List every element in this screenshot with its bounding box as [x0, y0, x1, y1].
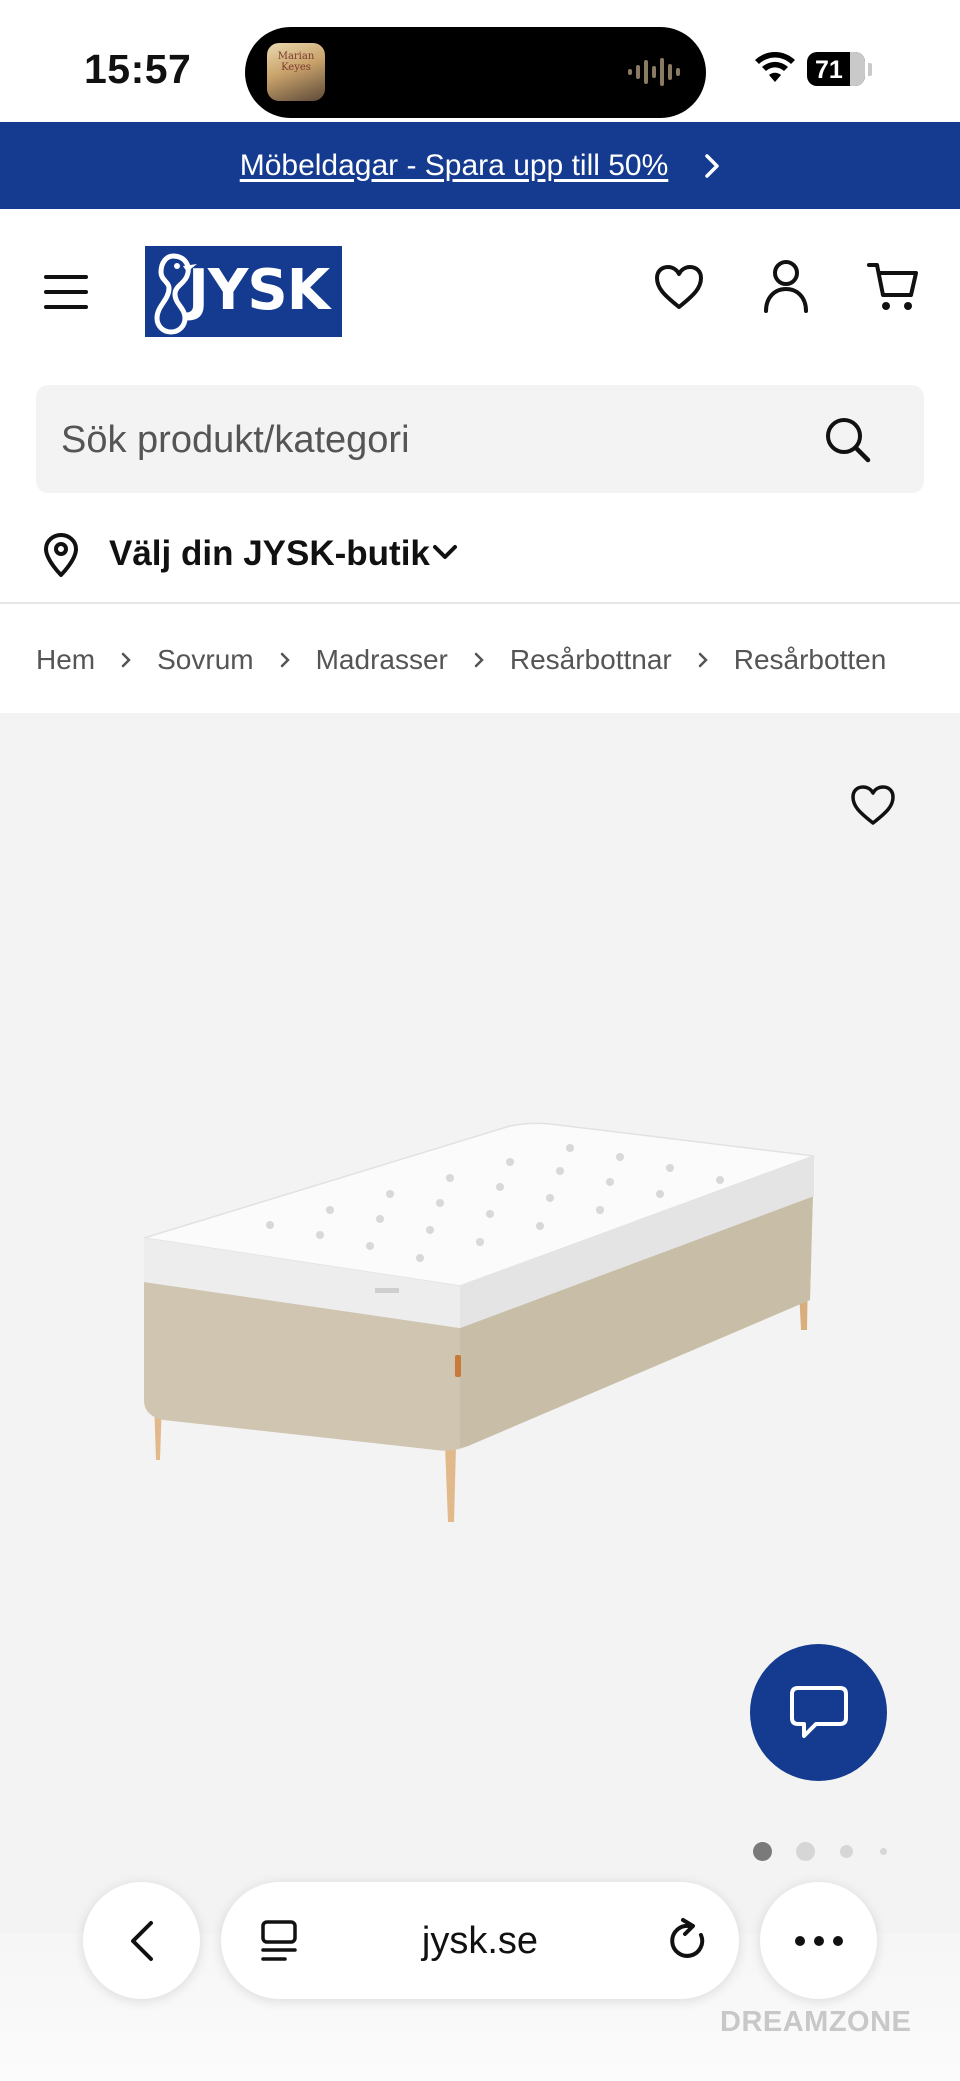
- location-pin-icon: [44, 533, 78, 577]
- add-to-favorites-icon[interactable]: [850, 784, 896, 826]
- breadcrumb-item-hem[interactable]: Hem: [36, 644, 95, 676]
- pagination-dot[interactable]: [840, 1845, 853, 1858]
- breadcrumb-item-resarbotten: Resårbotten: [733, 644, 887, 675]
- chevron-right-icon: [698, 652, 708, 668]
- search-bar[interactable]: Sök produkt/kategori: [36, 385, 924, 493]
- chat-button[interactable]: [750, 1644, 887, 1781]
- more-dots-icon: [794, 1935, 843, 1946]
- battery-level: 71: [815, 56, 843, 84]
- status-time: 15:57: [84, 46, 192, 92]
- url-text[interactable]: jysk.se: [221, 1920, 739, 1963]
- breadcrumb-item-resarbottnar[interactable]: Resårbottnar: [510, 644, 672, 676]
- store-selector-label[interactable]: Välj din JYSK-butik: [109, 534, 430, 574]
- product-image: [143, 1122, 815, 1522]
- address-bar[interactable]: jysk.se: [221, 1882, 739, 1999]
- store-selector[interactable]: Välj din JYSK-butik: [0, 508, 960, 604]
- promo-link[interactable]: Möbeldagar - Spara upp till 50%: [240, 149, 669, 183]
- more-options-button[interactable]: [760, 1882, 877, 1999]
- search-icon[interactable]: [824, 416, 872, 464]
- logo-text: JYSK: [188, 258, 330, 323]
- chat-bubble-icon: [789, 1685, 848, 1738]
- search-input[interactable]: Sök produkt/kategori: [61, 419, 410, 462]
- pagination-dot[interactable]: [880, 1848, 887, 1855]
- audio-waveform-icon: [628, 58, 680, 86]
- breadcrumb-item-sovrum[interactable]: Sovrum: [157, 644, 253, 676]
- watermark: DREAMZONE: [720, 2006, 912, 2038]
- heart-icon[interactable]: [654, 264, 704, 310]
- chevron-down-icon[interactable]: [432, 543, 458, 561]
- status-bar: 15:57 Marian Keyes 71: [0, 0, 960, 122]
- cart-icon[interactable]: [867, 261, 919, 313]
- pagination-dot-active[interactable]: [753, 1842, 772, 1861]
- breadcrumb-item-madrasser[interactable]: Madrasser: [316, 644, 448, 676]
- battery-icon: 71: [807, 52, 865, 86]
- chevron-right-icon: [280, 652, 290, 668]
- breadcrumb: Hem Sovrum Madrasser Resårbottnar Resårb…: [36, 640, 886, 680]
- pagination-dot[interactable]: [796, 1842, 815, 1861]
- wifi-icon: [755, 52, 795, 82]
- artwork-text: Marian Keyes: [277, 51, 315, 73]
- promo-banner[interactable]: Möbeldagar - Spara upp till 50%: [0, 122, 960, 209]
- dynamic-island[interactable]: Marian Keyes: [245, 27, 706, 118]
- jysk-logo[interactable]: JYSK: [145, 246, 342, 337]
- now-playing-artwork[interactable]: Marian Keyes: [267, 43, 325, 101]
- gallery-pagination: [750, 1841, 900, 1861]
- chevron-right-icon: [474, 652, 484, 668]
- menu-icon[interactable]: [44, 275, 88, 309]
- reload-icon[interactable]: [667, 1917, 709, 1963]
- chevron-right-icon: [121, 652, 131, 668]
- site-header: JYSK: [0, 209, 960, 369]
- chevron-left-icon: [130, 1920, 153, 1961]
- back-button[interactable]: [83, 1882, 200, 1999]
- chevron-right-icon: [704, 153, 720, 179]
- account-icon[interactable]: [762, 259, 810, 313]
